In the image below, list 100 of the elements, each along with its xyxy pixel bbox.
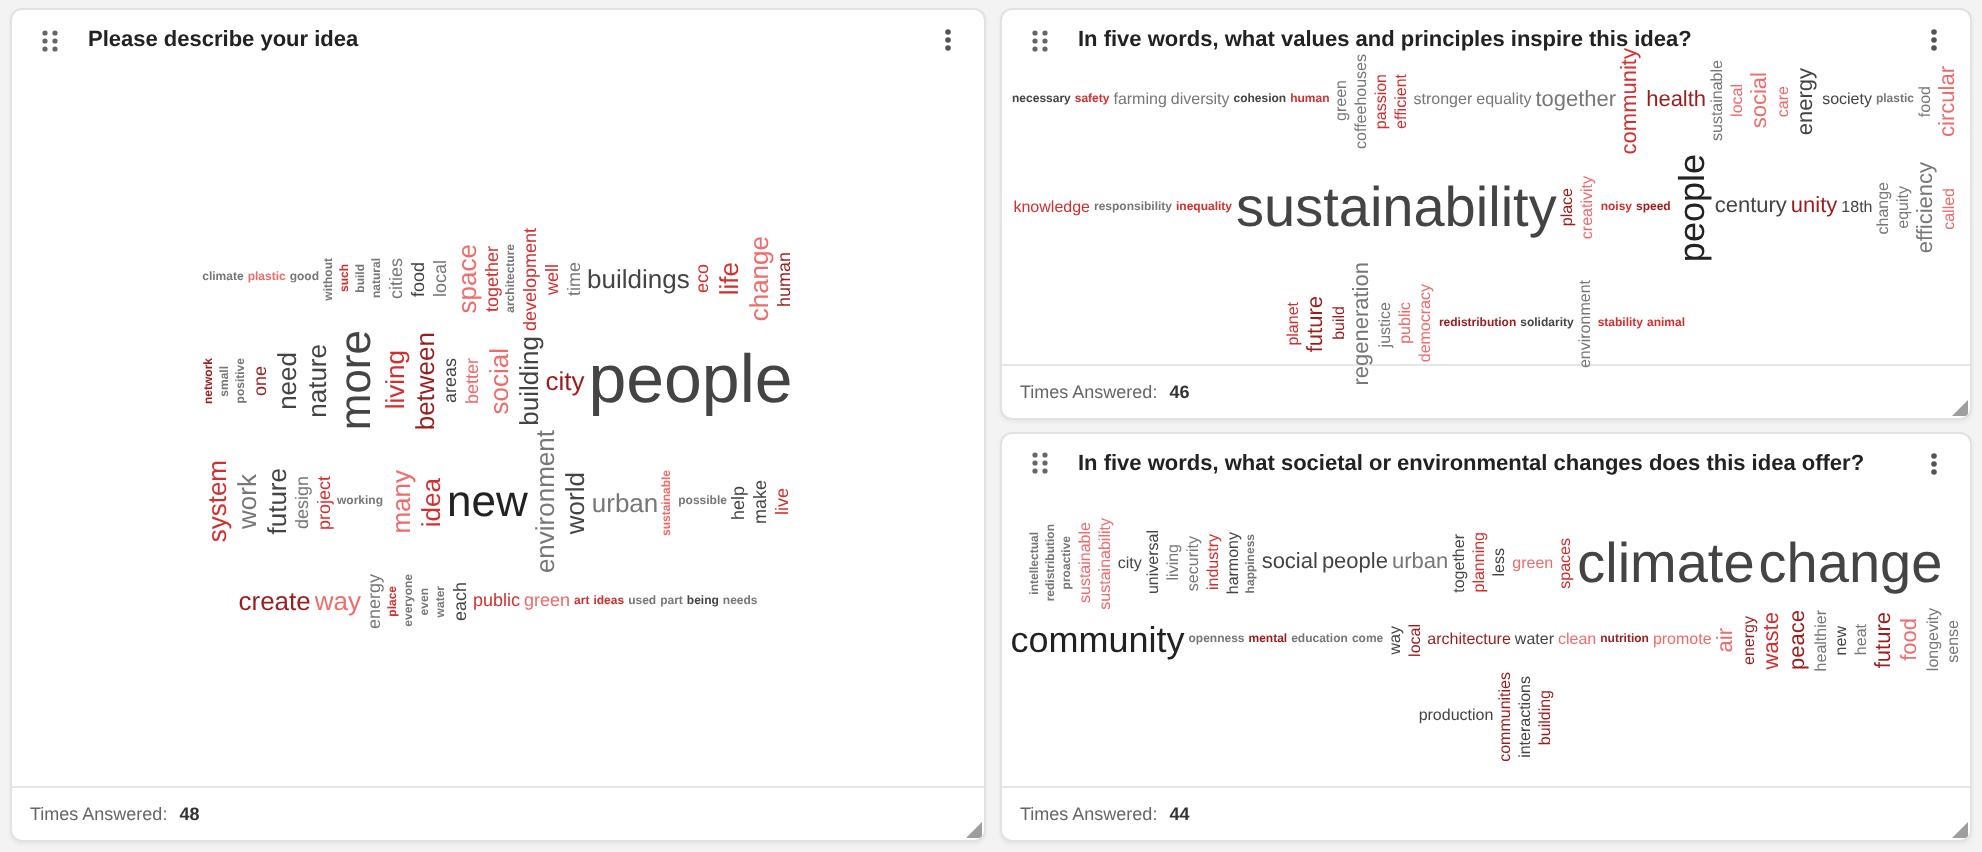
- times-answered-count: 44: [1169, 804, 1190, 824]
- cloud-word: public: [1398, 302, 1415, 345]
- cloud-word: world: [561, 471, 588, 534]
- resize-handle-icon[interactable]: [1952, 822, 1968, 838]
- resize-handle-icon[interactable]: [966, 822, 982, 838]
- cloud-word: energy: [1741, 615, 1758, 665]
- cloud-word: farming: [1113, 92, 1167, 109]
- cloud-word: planning: [1472, 532, 1489, 594]
- cloud-word: nature: [303, 343, 330, 418]
- cloud-word: way: [314, 588, 361, 615]
- cloud-word: human: [775, 251, 794, 307]
- cloud-word: care: [1776, 85, 1793, 117]
- cloud-word: change: [1758, 535, 1943, 591]
- cloud-word: food: [409, 261, 428, 297]
- cloud-word: together: [1535, 89, 1617, 112]
- cloud-word: together: [1452, 533, 1469, 593]
- card-title: In five words, what societal or environmental changes does this idea offer?: [1078, 451, 1867, 475]
- cloud-word: future: [1306, 295, 1329, 352]
- times-answered-count: 48: [179, 804, 200, 824]
- cloud-word: energy: [365, 573, 383, 629]
- cloud-word: eco: [693, 264, 712, 294]
- cloud-word: buildings: [587, 265, 690, 292]
- cloud-word: equality: [1476, 92, 1532, 109]
- cloud-word: heat: [1853, 624, 1870, 656]
- cloud-word: social: [485, 347, 512, 414]
- cloud-word: local: [431, 260, 450, 298]
- cloud-word: century: [1714, 196, 1787, 219]
- drag-handle-icon[interactable]: [1032, 29, 1048, 51]
- cloud-word: food: [1899, 618, 1922, 662]
- cloud-word: time: [565, 261, 584, 296]
- cloud-word: life: [715, 262, 742, 296]
- cloud-word: build: [1332, 306, 1349, 341]
- cloud-word: healthier: [1813, 609, 1830, 672]
- cloud-word: social: [1750, 72, 1773, 129]
- cloud-word: city: [545, 367, 585, 394]
- cloud-word: circular: [1937, 65, 1960, 137]
- cloud-word: living: [1165, 544, 1182, 582]
- cloud-word: environment: [1577, 279, 1594, 368]
- cloud-word: interactions: [1517, 675, 1534, 758]
- cloud-word: place: [1560, 188, 1577, 228]
- cloud-word: need: [273, 351, 300, 410]
- cloud-word: create: [238, 588, 311, 615]
- cloud-word: between: [411, 331, 438, 430]
- cloud-word: communities: [1497, 671, 1514, 762]
- cloud-word: well: [543, 263, 562, 295]
- cloud-word: efficiency: [1916, 162, 1939, 254]
- more-options-icon[interactable]: [944, 28, 952, 52]
- drag-handle-icon[interactable]: [1032, 452, 1048, 474]
- cloud-word: system: [203, 460, 230, 544]
- cloud-word: work: [233, 474, 260, 530]
- cloud-word: people: [1674, 153, 1711, 262]
- cloud-word: sense: [1945, 619, 1962, 662]
- cloud-word: community: [1620, 47, 1643, 154]
- cloud-word: future: [263, 468, 290, 536]
- cloud-word: better: [463, 357, 482, 404]
- drag-handle-icon[interactable]: [42, 29, 58, 51]
- cloud-word: new: [1833, 625, 1850, 656]
- cloud-word: urban: [1391, 552, 1449, 574]
- resize-handle-icon[interactable]: [1952, 399, 1968, 415]
- cloud-word: development: [521, 227, 540, 331]
- cloud-word: together: [483, 245, 502, 312]
- cloud-word: architecture: [1427, 632, 1511, 649]
- cloud-word: diversity: [1170, 92, 1230, 109]
- cloud-word: security: [1185, 535, 1202, 591]
- cloud-word: change: [1876, 181, 1893, 235]
- cloud-word: areas: [441, 357, 460, 403]
- more-options-icon[interactable]: [1930, 28, 1938, 52]
- cloud-word: green: [1512, 555, 1554, 571]
- cloud-word: health: [1646, 89, 1707, 112]
- cloud-word: longevity: [1925, 608, 1942, 672]
- cloud-word: living: [381, 350, 408, 411]
- cloud-word: passion: [1373, 73, 1390, 129]
- cloud-word: local: [1407, 623, 1424, 657]
- cloud-word: building: [515, 335, 542, 426]
- cloud-word: design: [293, 475, 312, 529]
- cloud-word: building: [1537, 689, 1554, 745]
- cloud-word: society: [1822, 92, 1872, 109]
- cloud-word: city: [1117, 555, 1142, 571]
- cloud-word: sustainable: [1077, 522, 1094, 604]
- cloud-word: 18th: [1841, 199, 1873, 216]
- cloud-word: less: [1492, 548, 1509, 578]
- cloud-word: one: [251, 365, 270, 396]
- cloud-word: help: [730, 485, 749, 520]
- cloud-word: more: [333, 330, 378, 431]
- cloud-word: people: [1321, 552, 1388, 574]
- cloud-word: environment: [531, 430, 558, 574]
- cloud-word: local: [1730, 84, 1747, 118]
- cloud-word: cities: [387, 258, 406, 300]
- card-title: Please describe your idea: [88, 28, 361, 52]
- cloud-word: coffeehouses: [1353, 53, 1370, 149]
- cloud-word: universal: [1145, 530, 1162, 595]
- cloud-word: industry: [1205, 534, 1222, 591]
- cloud-word: many: [387, 470, 414, 534]
- cloud-word: air: [1715, 628, 1738, 653]
- more-options-icon[interactable]: [1930, 451, 1938, 475]
- cloud-word: make: [752, 480, 771, 525]
- cloud-word: called: [1942, 187, 1959, 229]
- cloud-word: sustainability: [1236, 179, 1557, 236]
- cloud-word: creativity: [1580, 176, 1597, 240]
- cloud-word: public: [473, 592, 521, 611]
